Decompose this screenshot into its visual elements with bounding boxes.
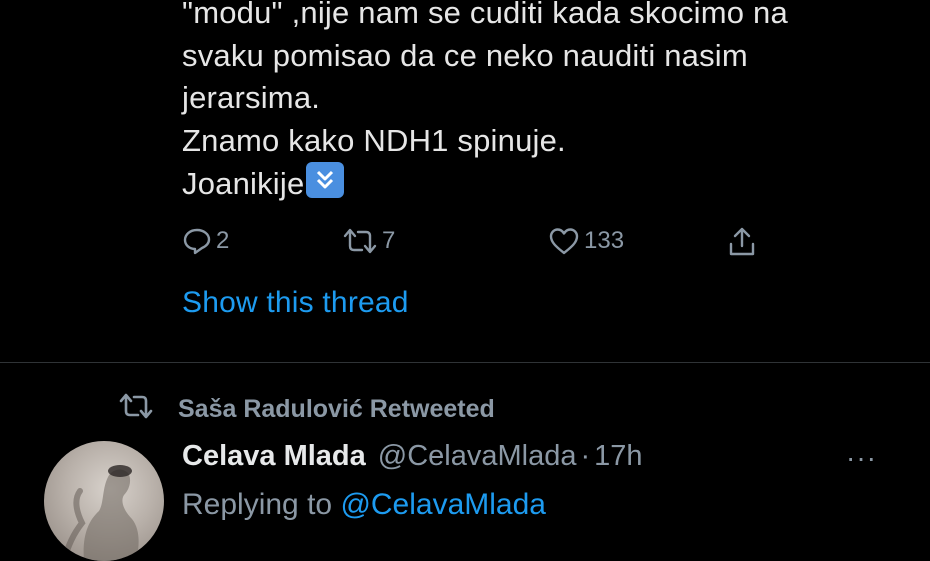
retweeted-by-row[interactable]: Saša Radulović Retweeted <box>118 392 495 427</box>
retweet-icon <box>342 226 378 256</box>
more-icon[interactable]: ··· <box>846 442 877 474</box>
share-button[interactable] <box>726 226 758 258</box>
like-button[interactable]: 133 <box>548 226 624 256</box>
signature-text: Joanikije <box>182 166 305 201</box>
reply-icon <box>182 226 212 256</box>
author-handle[interactable]: @CelavaMlada <box>378 440 577 473</box>
reply-count: 2 <box>216 227 230 254</box>
double-down-arrow-emoji-icon <box>306 162 345 198</box>
avatar[interactable] <box>44 441 164 561</box>
retweet-count: 7 <box>382 227 396 254</box>
tweet-text-line-signature: Joanikije <box>182 162 902 206</box>
retweet-indicator-icon <box>118 392 178 427</box>
tweet-text: "modu" ,nije nam se cuditi kada skocimo … <box>182 0 902 206</box>
tweet-time[interactable]: 17h <box>594 440 642 473</box>
share-icon <box>726 226 758 258</box>
retweet-button[interactable]: 7 <box>342 226 395 256</box>
reply-button[interactable]: 2 <box>182 226 229 256</box>
author-line: Celava Mlada @CelavaMlada · 17h <box>182 440 643 473</box>
tweet-actions: 2 7 133 <box>182 226 782 266</box>
tweet-divider <box>0 362 930 363</box>
like-count: 133 <box>584 227 625 254</box>
replying-prefix: Replying to <box>182 488 333 521</box>
replying-mention-link[interactable]: @CelavaMlada <box>340 488 546 521</box>
show-thread-link[interactable]: Show this thread <box>182 286 409 320</box>
retweeted-by-label: Saša Radulović Retweeted <box>178 395 495 423</box>
tweet-text-line: jerarsima. <box>182 80 321 115</box>
tweet-text-line: "modu" ,nije nam se cuditi kada skocimo … <box>182 0 788 30</box>
tweet-text-line: Znamo kako NDH1 spinuje. <box>182 122 566 158</box>
tweet-text-line: svaku pomisao da ce neko nauditi nasim <box>182 37 748 73</box>
like-icon <box>548 226 580 256</box>
separator-dot: · <box>580 440 591 472</box>
replying-to: Replying to @CelavaMlada <box>182 488 546 522</box>
author-name[interactable]: Celava Mlada <box>182 440 366 473</box>
